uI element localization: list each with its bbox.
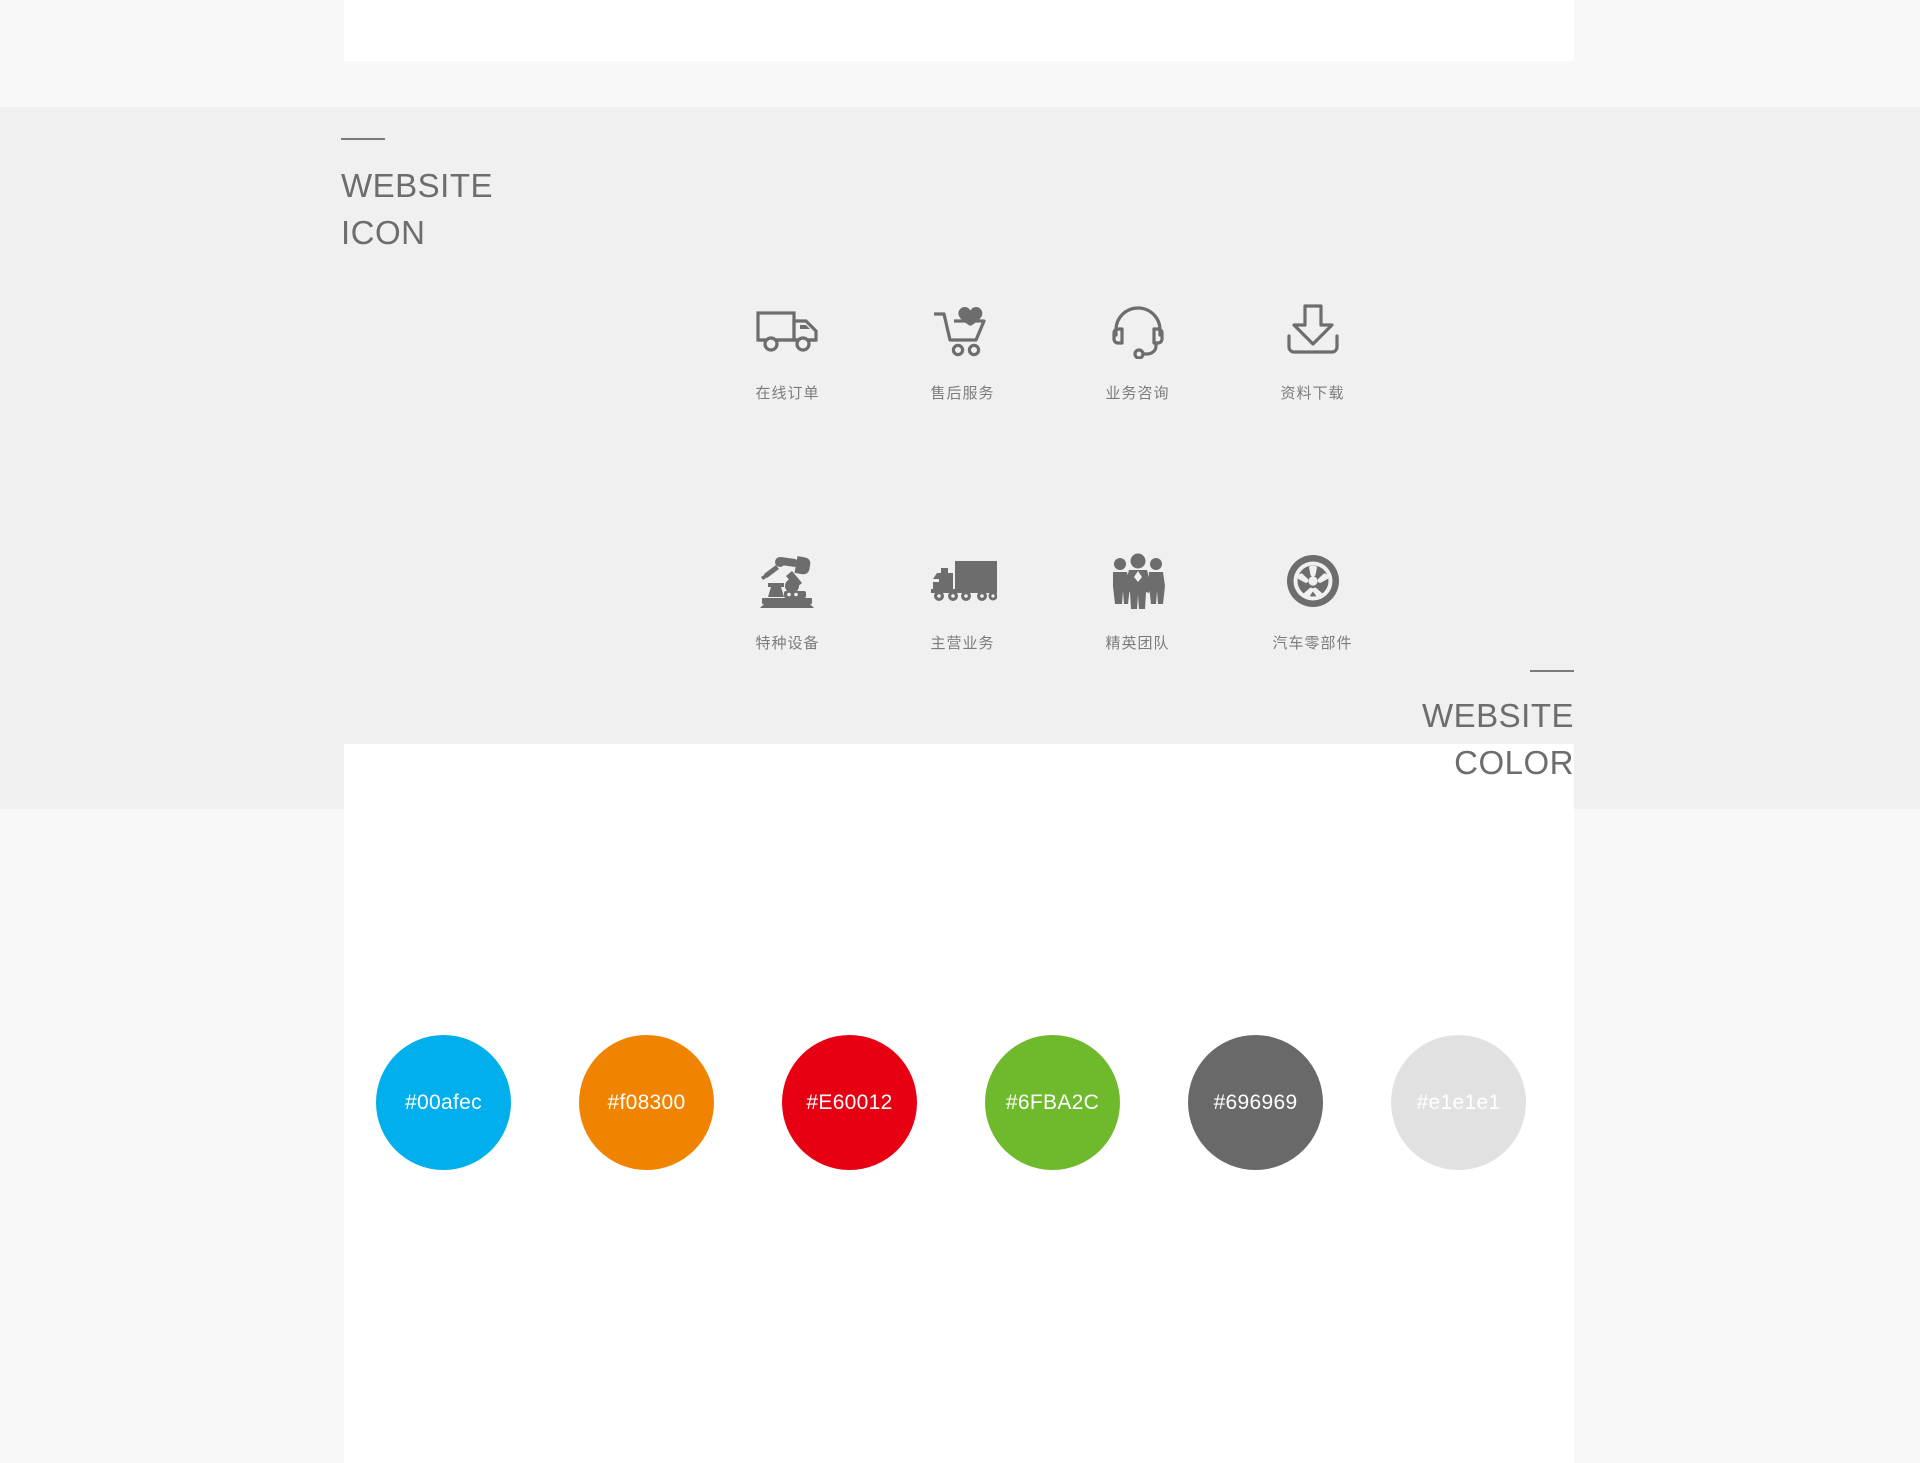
icon-cell-special-equipment[interactable]: 特种设备 [700, 550, 875, 653]
heading-rule [1530, 670, 1574, 672]
icon-label: 特种设备 [755, 634, 820, 652]
color-swatch-label: #f08300 [607, 1090, 686, 1114]
heading-rule [341, 138, 385, 140]
icon-cell-elite-team[interactable]: 精英团队 [1050, 550, 1225, 653]
headset-support-icon [1110, 300, 1166, 362]
icon-row: 在线订单 售后服务 业务咨询 资料下载 [700, 300, 1400, 403]
wheel-rim-icon [1285, 550, 1341, 612]
icon-label: 主营业务 [930, 634, 995, 652]
color-title-line1: WEBSITE [1421, 697, 1574, 734]
shopping-cart-heart-icon [932, 300, 994, 362]
icon-cell-data-download[interactable]: 资料下载 [1225, 300, 1400, 403]
color-title-line2: COLOR [1454, 744, 1574, 781]
color-swatch[interactable]: #696969 [1188, 1035, 1323, 1170]
download-tray-icon [1285, 300, 1341, 362]
page-title-line2: ICON [341, 214, 426, 251]
icon-label: 业务咨询 [1105, 384, 1170, 402]
icon-label: 售后服务 [930, 384, 995, 402]
website-color-heading: WEBSITE COLOR [1154, 670, 1574, 786]
icon-cell-main-business[interactable]: 主营业务 [875, 550, 1050, 653]
color-swatch-label: #E60012 [806, 1090, 893, 1114]
robot-arm-icon [758, 550, 818, 612]
icon-label: 精英团队 [1105, 634, 1170, 652]
color-swatch[interactable]: #f08300 [579, 1035, 714, 1170]
icon-label: 汽车零部件 [1272, 634, 1353, 652]
website-icon-heading: WEBSITE ICON [341, 138, 681, 256]
icon-label: 在线订单 [755, 384, 820, 402]
icon-cell-online-order[interactable]: 在线订单 [700, 300, 875, 403]
page-title-line1: WEBSITE [341, 167, 494, 204]
color-swatch[interactable]: #6FBA2C [985, 1035, 1120, 1170]
color-swatch[interactable]: #00afec [376, 1035, 511, 1170]
color-swatch-row: #00afec #f08300 #E60012 #6FBA2C #696969 … [344, 1035, 1574, 1170]
color-swatch-label: #696969 [1213, 1090, 1298, 1114]
team-people-icon [1109, 550, 1167, 612]
icon-cell-business-consultation[interactable]: 业务咨询 [1050, 300, 1225, 403]
icon-cell-auto-parts[interactable]: 汽车零部件 [1225, 550, 1400, 653]
color-swatch[interactable]: #E60012 [782, 1035, 917, 1170]
color-swatch-label: #e1e1e1 [1416, 1090, 1501, 1114]
icon-label: 资料下载 [1280, 384, 1345, 402]
icon-row: 特种设备 主营业务 精英团队 汽车零部件 [700, 550, 1400, 653]
top-white-panel [344, 0, 1574, 61]
delivery-truck-icon [755, 300, 820, 362]
color-swatch[interactable]: #e1e1e1 [1391, 1035, 1526, 1170]
icon-cell-after-sales-service[interactable]: 售后服务 [875, 300, 1050, 403]
color-swatch-label: #6FBA2C [1005, 1090, 1100, 1114]
semi-truck-icon [929, 550, 997, 612]
icon-grid: 在线订单 售后服务 业务咨询 资料下载 特种设备 主营业务 精英团队 汽车零部件 [700, 300, 1400, 653]
color-swatch-label: #00afec [405, 1090, 482, 1114]
